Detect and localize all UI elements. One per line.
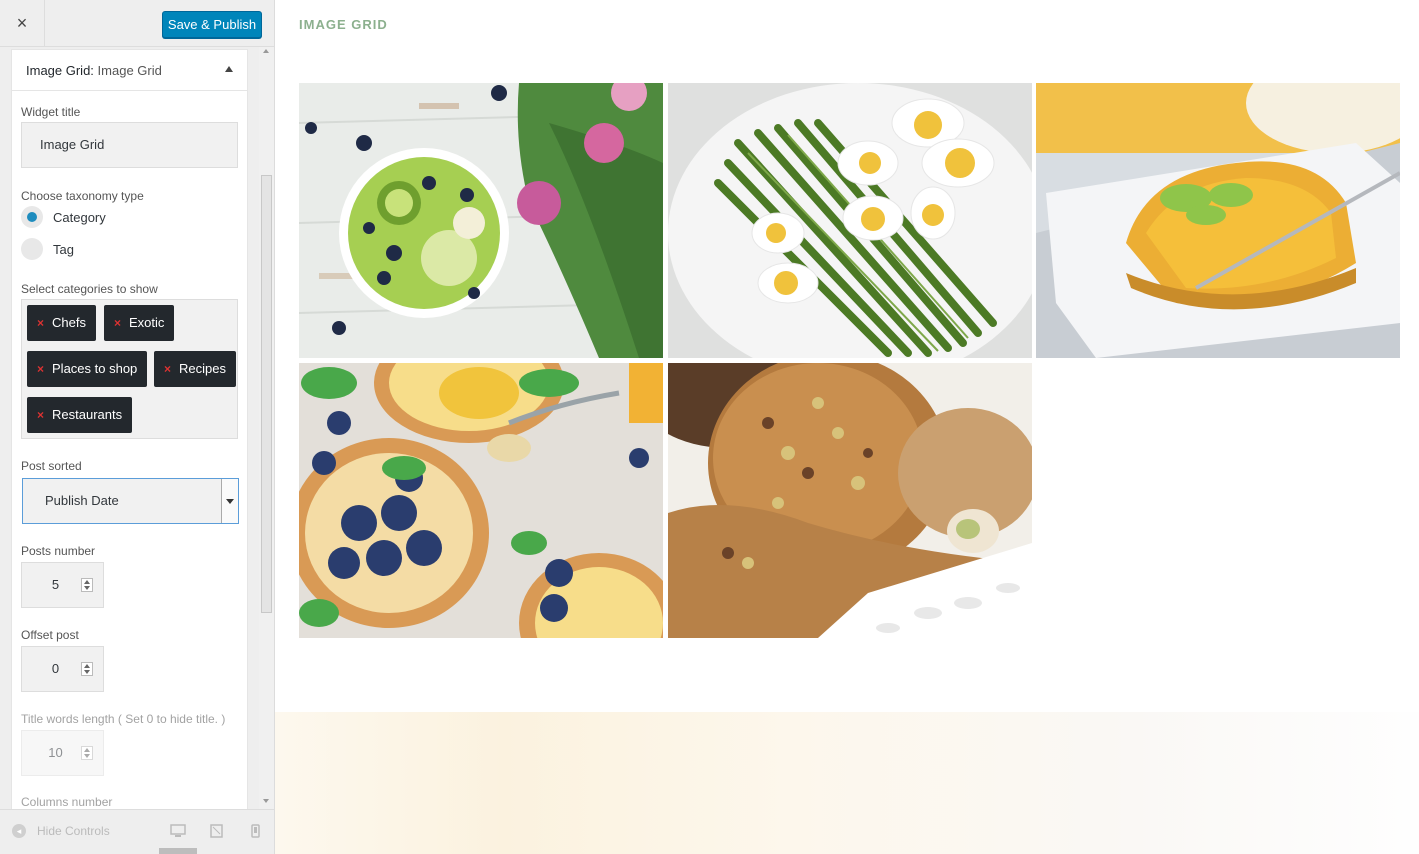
grid-image-fruit-bowl[interactable] [299, 83, 663, 358]
sort-select[interactable]: Publish Date [22, 478, 239, 524]
close-icon: × [16, 13, 28, 33]
category-chip: × Exotic [104, 305, 175, 341]
hide-controls-button[interactable]: ◂ Hide Controls [12, 824, 110, 838]
widget-name-label: Image Grid [97, 63, 162, 78]
sort-label: Post sorted [21, 459, 82, 473]
spinner-icon[interactable] [81, 746, 93, 760]
scroll-down-icon[interactable] [263, 799, 269, 803]
widget-header[interactable]: Image Grid: Image Grid [12, 50, 247, 91]
close-button[interactable]: × [0, 0, 45, 47]
chevron-down-icon[interactable] [221, 479, 238, 523]
title-words-value: 10 [48, 745, 63, 760]
desktop-icon[interactable] [170, 824, 186, 838]
save-publish-button[interactable]: Save & Publish [162, 11, 262, 38]
offset-value: 0 [51, 661, 60, 676]
chip-label: Exotic [129, 315, 165, 330]
grid-image-blueberry-tarts[interactable] [299, 363, 663, 638]
device-active-indicator [159, 848, 197, 854]
customizer-header: × Save & Publish [0, 0, 274, 47]
category-chip: × Recipes [154, 351, 236, 387]
spinner-icon[interactable] [81, 578, 93, 592]
posts-number-input[interactable]: 5 [21, 562, 104, 608]
offset-label: Offset post [21, 628, 79, 642]
scroll-up-icon[interactable] [263, 49, 269, 53]
offset-input[interactable]: 0 [21, 646, 104, 692]
chip-label: Restaurants [52, 407, 123, 422]
radio-button-checked[interactable] [21, 206, 43, 228]
columns-label: Columns number [21, 795, 113, 809]
category-chip: × Chefs [27, 305, 96, 341]
categories-label: Select categories to show [21, 282, 158, 296]
remove-icon[interactable]: × [37, 316, 44, 330]
grid-image-cookies[interactable] [668, 363, 1032, 638]
widget-title-input[interactable]: Image Grid [21, 122, 238, 168]
controls-scroll-area: Image Grid: Image Grid Widget title Imag… [0, 47, 274, 809]
grid-image-orange-tart[interactable] [1036, 83, 1400, 358]
title-words-label: Title words length ( Set 0 to hide title… [21, 712, 226, 726]
radio-category[interactable]: Category [21, 206, 106, 228]
widget-title-label: Widget title [21, 105, 81, 119]
scrollbar[interactable] [259, 47, 274, 809]
title-words-input[interactable]: 10 [21, 730, 104, 776]
mobile-icon[interactable] [251, 824, 260, 838]
customizer-footer: ◂ Hide Controls [0, 809, 274, 854]
collapse-arrow-icon[interactable] [225, 66, 233, 72]
radio-button[interactable] [21, 238, 43, 260]
radio-label-tag: Tag [53, 241, 74, 257]
radio-label-category: Category [53, 209, 106, 225]
hide-controls-label: Hide Controls [37, 824, 110, 838]
category-chip: × Places to shop [27, 351, 148, 387]
collapse-icon: ◂ [12, 824, 26, 838]
remove-icon[interactable]: × [114, 316, 121, 330]
chip-label: Places to shop [52, 361, 138, 376]
sort-value: Publish Date [45, 493, 119, 508]
categories-multiselect[interactable]: × Chefs × Exotic × Places to shop × Recipes … [21, 299, 238, 439]
remove-icon[interactable]: × [37, 408, 44, 422]
radio-tag[interactable]: Tag [21, 238, 74, 260]
grid-image-asparagus[interactable] [668, 83, 1032, 358]
widget-header-title: Image Grid: Image Grid [26, 63, 162, 78]
chip-label: Chefs [52, 315, 86, 330]
site-preview: IMAGE GRID [275, 0, 1419, 854]
category-chip: × Restaurants [27, 397, 133, 433]
background-image-strip [275, 712, 1419, 854]
widget-panel: Image Grid: Image Grid Widget title Imag… [11, 49, 248, 809]
remove-icon[interactable]: × [164, 362, 171, 376]
chip-label: Recipes [179, 361, 226, 376]
taxonomy-label: Choose taxonomy type [21, 189, 144, 203]
widget-type-label: Image Grid: [26, 63, 94, 78]
widget-heading: IMAGE GRID [299, 17, 388, 32]
posts-number-value: 5 [51, 577, 60, 592]
scroll-thumb[interactable] [261, 175, 272, 613]
tablet-icon[interactable] [210, 824, 223, 838]
remove-icon[interactable]: × [37, 362, 44, 376]
posts-number-label: Posts number [21, 544, 96, 558]
spinner-icon[interactable] [81, 662, 93, 676]
customizer-sidebar: × Save & Publish Image Grid: Image Grid … [0, 0, 275, 854]
